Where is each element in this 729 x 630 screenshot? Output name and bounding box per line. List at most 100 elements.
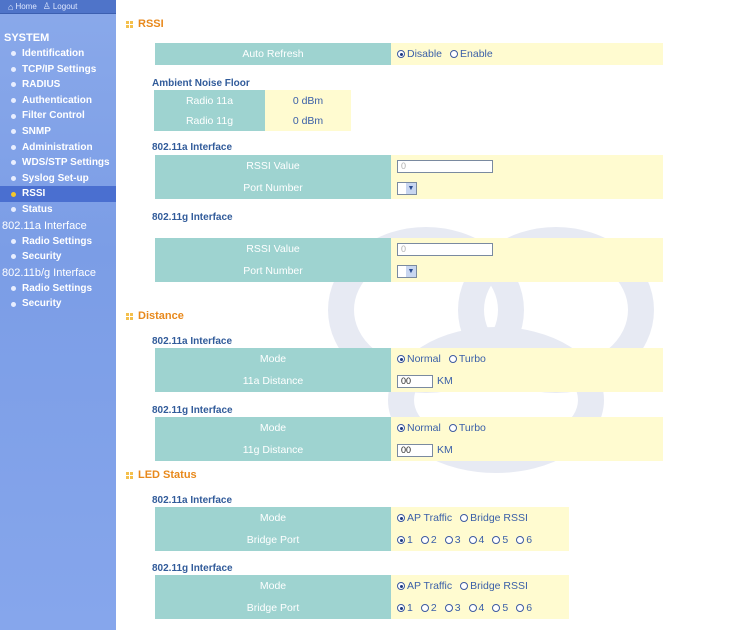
sidebar-item-label: RADIUS (22, 79, 61, 91)
sidebar-item-sys-syslog-set-up[interactable]: Syslog Set-up (0, 171, 116, 187)
radio-label: 6 (526, 602, 533, 614)
radio-unselected-icon (460, 514, 469, 522)
sidebar-item-sys-administration[interactable]: Administration (0, 140, 116, 156)
distance-a-value-row: 11a Distance KM (155, 370, 663, 392)
distance-g-input[interactable] (397, 443, 433, 457)
radio-label: 5 (502, 602, 509, 614)
sidebar-item-sys-identification[interactable]: Identification (0, 46, 116, 62)
led-a-bridge-port-3-radio[interactable]: 3 (444, 534, 461, 546)
sidebar-item-sys-rssi[interactable]: RSSI (0, 186, 116, 202)
led-a-bridge-rssi-radio[interactable]: Bridge RSSI (460, 512, 528, 524)
radio-label: 4 (478, 534, 485, 546)
sidebar-item-a-security[interactable]: Security (0, 249, 116, 265)
distance-a-turbo-radio[interactable]: Turbo (448, 353, 486, 365)
radio-label: 2 (430, 602, 437, 614)
logout-link[interactable]: ♙ Logout (43, 1, 78, 12)
radio-selected-icon (397, 50, 405, 58)
distance-unit: KM (437, 444, 453, 456)
rssi-a-port-select[interactable]: ▼ (397, 181, 417, 195)
home-link[interactable]: ⌂ Home (8, 2, 37, 12)
sidebar-item-bg-security[interactable]: Security (0, 296, 116, 312)
rssi-a-value-input[interactable] (397, 159, 493, 173)
chevron-down-icon: ▼ (406, 182, 416, 194)
sidebar-item-label: Identification (22, 48, 85, 59)
rssi-g-port-row: Port Number ▼ (155, 260, 663, 282)
radio-selected-icon (397, 604, 405, 612)
sidebar-item-sys-radius[interactable]: RADIUS (0, 77, 116, 93)
led-g-bridge-port-5-radio[interactable]: 5 (492, 602, 508, 614)
distance-a-input[interactable] (397, 374, 433, 388)
nav-group-80211a[interactable]: 802.11a Interface (0, 218, 116, 234)
radio-label: 6 (526, 534, 533, 546)
led-a-ap-traffic-radio[interactable]: AP Traffic (397, 512, 452, 524)
radio-label: 1 (407, 602, 413, 614)
distance-80211a-title: 802.11a Interface (152, 336, 233, 347)
led-g-bridge-port-4-radio[interactable]: 4 (468, 602, 484, 614)
radio-unselected-icon (468, 604, 477, 612)
bullet-icon (11, 98, 16, 104)
sidebar-item-a-radio-settings[interactable]: Radio Settings (0, 234, 116, 250)
radio-label: Normal (407, 422, 441, 434)
auto-refresh-options: Disable Enable (391, 43, 663, 65)
led-mode-options: AP Traffic Bridge RSSI (391, 507, 569, 529)
bullet-icon (11, 144, 16, 150)
rssi-value-cell (391, 238, 663, 260)
led-a-bridge-port-row: Bridge Port 1 2 3 4 5 6 (155, 529, 569, 551)
sidebar-item-sys-snmp[interactable]: SNMP (0, 124, 116, 140)
sidebar: ⌂ Home ♙ Logout SYSTEM Identification TCP… (0, 0, 116, 630)
radio-label: Enable (460, 48, 493, 60)
bridge-port-options: 1 2 3 4 5 6 (391, 529, 569, 551)
sidebar-item-sys-wds-stp-settings[interactable]: WDS/STP Settings (0, 155, 116, 171)
bridge-port-options: 1 2 3 4 5 6 (391, 597, 569, 619)
led-g-bridge-port-3-radio[interactable]: 3 (444, 602, 461, 614)
radio-unselected-icon (420, 536, 429, 544)
distance-80211g-title: 802.11g Interface (152, 405, 233, 416)
sidebar-item-label: Status (22, 203, 53, 215)
radio-label: AP Traffic (407, 512, 453, 524)
led-a-bridge-port-2-radio[interactable]: 2 (420, 534, 437, 546)
radio-unselected-icon (492, 536, 501, 544)
led-a-bridge-port-5-radio[interactable]: 5 (492, 534, 508, 546)
sidebar-item-sys-authentication[interactable]: Authentication (0, 93, 116, 109)
section-bullet-icon (126, 20, 133, 28)
bullet-icon (11, 160, 16, 166)
bullet-icon (11, 238, 16, 244)
led-a-bridge-port-4-radio[interactable]: 4 (468, 534, 485, 546)
led-g-bridge-port-2-radio[interactable]: 2 (420, 602, 437, 614)
radio-selected-icon (397, 582, 405, 590)
auto-refresh-enable-radio[interactable]: Enable (450, 48, 493, 60)
radio-selected-icon (397, 424, 405, 432)
bullet-icon (11, 301, 16, 307)
sidebar-item-sys-status[interactable]: Status (0, 202, 116, 218)
led-a-mode-row: Mode AP Traffic Bridge RSSI (155, 507, 569, 529)
sidebar-item-label: TCP/IP Settings (22, 63, 97, 75)
mode-label: Mode (155, 348, 391, 370)
bullet-icon (11, 254, 16, 260)
sidebar-item-bg-radio-settings[interactable]: Radio Settings (0, 281, 116, 297)
led-g-bridge-port-1-radio[interactable]: 1 (397, 602, 413, 614)
nav-group-80211bg[interactable]: 802.11b/g Interface (0, 265, 116, 281)
distance-g-normal-radio[interactable]: Normal (397, 422, 441, 434)
sidebar-item-sys-filter-control[interactable]: Filter Control (0, 108, 116, 124)
radio-unselected-icon (468, 536, 477, 544)
mode-label: Mode (155, 575, 391, 597)
led-g-bridge-port-6-radio[interactable]: 6 (516, 602, 532, 614)
led-a-bridge-port-6-radio[interactable]: 6 (516, 534, 532, 546)
rssi-80211g-title: 802.11g Interface (152, 212, 233, 223)
auto-refresh-disable-radio[interactable]: Disable (397, 48, 442, 60)
led-g-bridge-rssi-radio[interactable]: Bridge RSSI (460, 580, 528, 592)
chevron-down-icon: ▼ (406, 265, 416, 277)
led-a-bridge-port-1-radio[interactable]: 1 (397, 534, 413, 546)
sidebar-topbar: ⌂ Home ♙ Logout (0, 0, 116, 14)
rssi-g-port-select[interactable]: ▼ (397, 264, 417, 278)
led-80211g-title: 802.11g Interface (152, 563, 233, 574)
radio-unselected-icon (516, 536, 525, 544)
rssi-g-value-input[interactable] (397, 242, 493, 256)
sidebar-item-label: Authentication (22, 94, 92, 106)
distance-g-turbo-radio[interactable]: Turbo (448, 422, 486, 434)
led-g-ap-traffic-radio[interactable]: AP Traffic (397, 580, 452, 592)
radio-label: Bridge RSSI (470, 512, 528, 524)
sidebar-item-sys-tcp-ip-settings[interactable]: TCP/IP Settings (0, 62, 116, 78)
nav-header-system: SYSTEM (4, 32, 50, 44)
distance-a-normal-radio[interactable]: Normal (397, 353, 441, 365)
